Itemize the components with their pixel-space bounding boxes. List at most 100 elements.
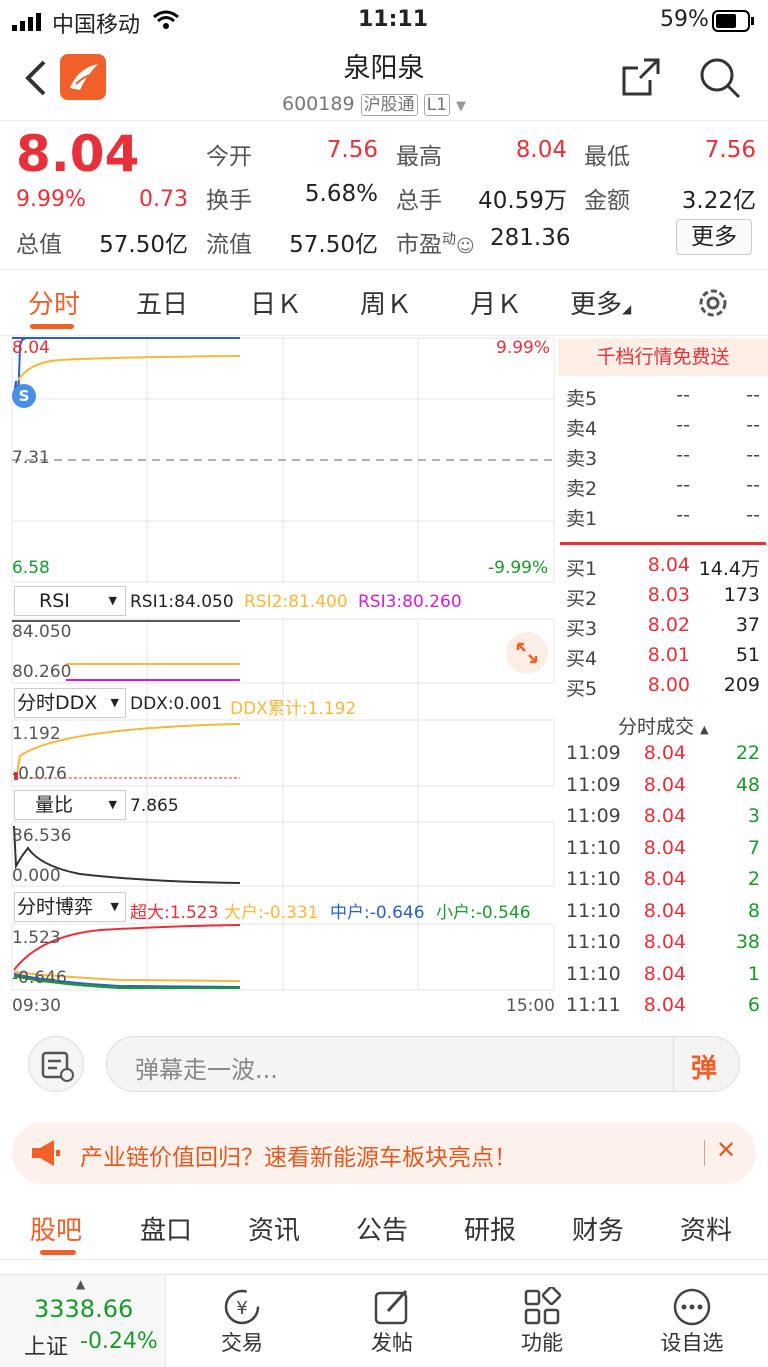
volume-ratio-value: 7.865: [130, 796, 179, 816]
volume-ratio-hi-label: 36.536: [12, 826, 72, 846]
sell-signal-marker[interactable]: S: [12, 384, 36, 408]
more-button[interactable]: 更多: [676, 219, 752, 255]
buy-level-price: 8.01: [647, 644, 690, 666]
turnover-value: 5.68%: [304, 181, 378, 207]
tab-intraday[interactable]: 分时: [28, 284, 80, 321]
chevron-down-icon: ▼: [110, 696, 119, 709]
change-amt: 0.73: [139, 187, 188, 212]
nav-trade[interactable]: 交易: [182, 1327, 302, 1357]
tick-row: 11:10 8.04 1: [556, 963, 768, 993]
nav-functions[interactable]: 功能: [482, 1327, 602, 1357]
battery-text: 59%: [660, 7, 709, 32]
nav-post[interactable]: 发帖: [332, 1327, 452, 1357]
intraday-chart[interactable]: 8.04 7.31 6.58 9.99% -9.99% S RSI ▼ RSI1:…: [0, 336, 556, 1018]
tick-row-label: 11:09: [566, 742, 621, 764]
gear-icon[interactable]: [696, 286, 730, 324]
tab-daily[interactable]: 日Ｋ: [250, 284, 302, 321]
search-icon[interactable]: [698, 56, 742, 104]
tab-financials[interactable]: 财务: [572, 1210, 624, 1247]
chart-tabs: 分时 五日 日Ｋ 周Ｋ 月Ｋ 更多◢: [0, 270, 768, 336]
share-icon[interactable]: [620, 56, 662, 102]
tick-row-price: 8.04: [643, 899, 686, 922]
more-dots-icon[interactable]: [672, 1287, 712, 1331]
danmaku-input[interactable]: 弹幕走一波... 弹: [106, 1036, 740, 1092]
tick-row-price: 8.04: [643, 962, 686, 985]
signal-icon: [12, 12, 42, 31]
amount-label: 金额: [584, 188, 630, 214]
price-bottom-label: 6.58: [12, 558, 50, 578]
danmaku-send-button[interactable]: 弹: [691, 1048, 717, 1085]
game-selector[interactable]: 分时博弈 ▼: [14, 892, 126, 922]
sell-level-volume: --: [746, 384, 760, 406]
stock-code-row: 600189 沪股通 L1 ▼: [282, 90, 466, 116]
tick-row-label: 11:10: [566, 899, 621, 922]
sell-level: 卖4 -- --: [556, 414, 768, 444]
tick-row-price: 8.04: [643, 773, 686, 796]
buy-level-label: 买2: [566, 588, 598, 610]
app-header: 泉阳泉 600189 沪股通 L1 ▼: [0, 40, 768, 120]
large-value: 大户:-0.331: [224, 903, 319, 923]
buy-level-price: 8.04: [647, 554, 690, 576]
trade-icon[interactable]: ¥: [222, 1287, 262, 1331]
tick-row-price: 8.04: [643, 742, 686, 764]
medium-value: 中户:-0.646: [330, 903, 425, 923]
tab-monthly[interactable]: 月Ｋ: [470, 284, 522, 321]
tick-row-label: 11:10: [566, 931, 621, 953]
content-tab-indicator: [40, 1250, 76, 1255]
buy-level-label: 买5: [566, 678, 598, 700]
rsi2-value: RSI2:81.400: [244, 592, 348, 612]
ddx-selector[interactable]: 分时DDX ▼: [14, 688, 126, 718]
wifi-icon: [152, 9, 180, 37]
ad-banner[interactable]: 产业链价值回归？速看新能源车板块亮点！ ✕: [12, 1122, 756, 1184]
buy-level: 买2 8.03 173: [556, 584, 768, 614]
tab-five-day[interactable]: 五日: [136, 284, 188, 321]
tab-news[interactable]: 资讯: [248, 1210, 300, 1247]
nav-add-watchlist[interactable]: 设自选: [632, 1327, 752, 1357]
tick-row: 11:09 8.04 48: [556, 774, 768, 804]
tick-row: 11:10 8.04 7: [556, 837, 768, 867]
sell-level-label: 卖5: [566, 388, 598, 410]
info-icon[interactable]: ☺: [456, 236, 475, 257]
tab-handicap[interactable]: 盘口: [140, 1210, 192, 1247]
tab-forum[interactable]: 股吧: [30, 1210, 82, 1247]
buy-level-price: 8.03: [647, 584, 690, 606]
sell-level: 卖5 -- --: [556, 384, 768, 414]
sell-level-price: --: [676, 384, 690, 406]
svg-text:¥: ¥: [236, 1298, 247, 1319]
sell-level-price: --: [676, 504, 690, 526]
promo-banner[interactable]: 千档行情免费送: [558, 338, 768, 376]
pe-label-text: 市盈: [396, 232, 442, 258]
tab-more[interactable]: 更多◢: [570, 284, 631, 321]
tab-weekly[interactable]: 周Ｋ: [360, 284, 412, 321]
mcap-label: 总值: [16, 232, 62, 258]
rsi-selector[interactable]: RSI ▼: [14, 586, 126, 616]
pe-value: 281.36: [490, 225, 571, 251]
open-value: 7.56: [326, 137, 378, 163]
time-end: 15:00: [506, 996, 555, 1016]
index-ticker[interactable]: ▲ 3338.66 上证 -0.24%: [0, 1275, 166, 1367]
dropdown-icon[interactable]: ▼: [456, 99, 466, 114]
sell-level: 卖1 -- --: [556, 504, 768, 534]
compose-icon[interactable]: [372, 1287, 412, 1331]
ticks-title[interactable]: 分时成交 ▲: [618, 712, 709, 739]
close-icon[interactable]: ✕: [716, 1136, 736, 1164]
tab-profile[interactable]: 资料: [680, 1210, 732, 1247]
volume-ratio-lo-label: 0.000: [12, 866, 61, 886]
danmaku-bar: 弹幕走一波... 弹: [0, 1018, 768, 1110]
tick-row-volume: 48: [735, 773, 760, 796]
tab-research[interactable]: 研报: [464, 1210, 516, 1247]
high-value: 8.04: [515, 137, 567, 163]
buy-level: 买3 8.02 37: [556, 614, 768, 644]
tick-row-price: 8.04: [643, 994, 686, 1016]
apps-icon[interactable]: [522, 1285, 562, 1331]
danmaku-settings-icon[interactable]: [28, 1036, 84, 1092]
tab-announcements[interactable]: 公告: [356, 1210, 408, 1247]
mcap-value: 57.50亿: [99, 232, 188, 258]
sell-level-volume: --: [746, 444, 760, 466]
buy-level-volume: 14.4万: [698, 558, 760, 580]
buy-level-volume: 173: [723, 584, 760, 606]
buy-level: 买4 8.01 51: [556, 644, 768, 674]
buy-level-volume: 51: [735, 644, 760, 666]
expand-icon[interactable]: [506, 632, 548, 674]
volume-ratio-selector[interactable]: 量比 ▼: [14, 790, 126, 820]
